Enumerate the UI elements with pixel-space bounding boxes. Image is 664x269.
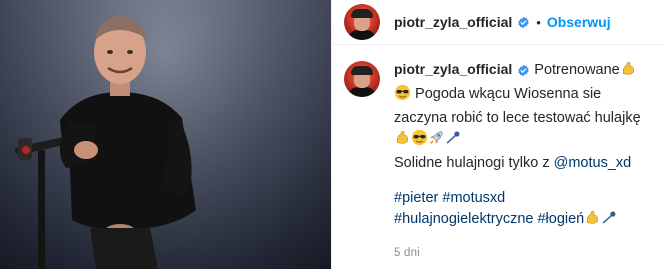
comet-emoji-icon xyxy=(445,129,462,153)
hashtag-link[interactable]: #łogień xyxy=(537,211,584,227)
hashtag-row-2: #hulajnogielektryczne #łogień xyxy=(394,209,652,233)
sunglasses-emoji-icon xyxy=(411,129,428,153)
emoji-row xyxy=(394,129,652,153)
man-with-scooter-illustration xyxy=(14,16,196,269)
verified-badge-icon xyxy=(518,64,529,76)
hashtag-link[interactable]: #pieter xyxy=(394,190,438,206)
post-timestamp[interactable]: 5 dni xyxy=(394,243,652,264)
post-header: piotr_zyla_official • Obserwuj xyxy=(332,0,664,45)
muscle-emoji-icon xyxy=(584,209,601,233)
muscle-emoji-icon xyxy=(620,60,637,84)
mention-link[interactable]: @motus_xd xyxy=(554,155,632,171)
post-details-panel: piotr_zyla_official • Obserwuj piotr_zyl… xyxy=(331,0,664,269)
separator-dot: • xyxy=(536,14,541,30)
post-photo xyxy=(0,0,331,269)
follow-button[interactable]: Obserwuj xyxy=(547,14,611,30)
caption-avatar[interactable] xyxy=(344,61,380,97)
rocket-emoji-icon xyxy=(428,129,445,153)
caption-line-2: Pogoda wkącu Wiosenna sie xyxy=(415,86,602,102)
verified-badge-icon xyxy=(518,16,529,28)
hashtag-row-1: #pieter #motusxd xyxy=(394,188,652,209)
avatar[interactable] xyxy=(344,4,380,40)
muscle-emoji-icon xyxy=(394,129,411,153)
instagram-post: piotr_zyla_official • Obserwuj piotr_zyl… xyxy=(0,0,664,269)
caption-section: piotr_zyla_official Potrenowane Pogoda w… xyxy=(332,45,664,264)
caption-text: piotr_zyla_official Potrenowane Pogoda w… xyxy=(394,59,652,264)
hashtag-link[interactable]: #hulajnogielektryczne xyxy=(394,211,533,227)
username-link[interactable]: piotr_zyla_official xyxy=(394,14,512,30)
caption-line-3: zaczyna robić to lece testować hulajkę xyxy=(394,110,641,126)
comet-emoji-icon xyxy=(601,209,618,233)
sunglasses-emoji-icon xyxy=(394,84,411,108)
hashtag-link[interactable]: #motusxd xyxy=(442,190,505,206)
caption-line-4: Solidne hulajnogi tylko z xyxy=(394,155,550,171)
caption-username-link[interactable]: piotr_zyla_official xyxy=(394,61,512,77)
caption-line-1: Potrenowane xyxy=(534,62,620,78)
